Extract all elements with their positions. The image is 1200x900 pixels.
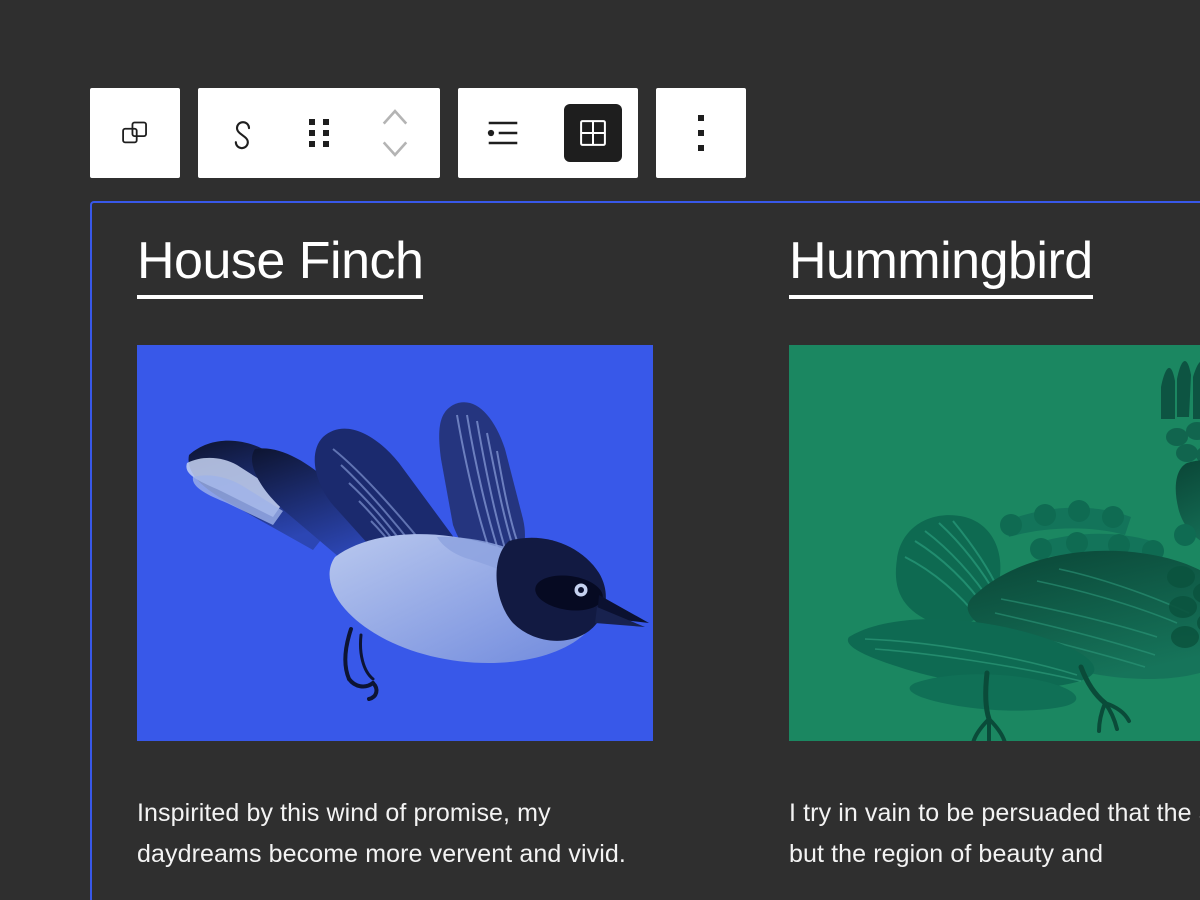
toolbar-group-layout (458, 88, 638, 178)
chevron-up-down-icon (374, 103, 416, 163)
grid-view-active-pill (564, 104, 622, 162)
columns-block-selected[interactable]: House Finch Inspirited by this wind of p… (90, 201, 1200, 900)
column-house-finch[interactable]: House Finch Inspirited by this wind of p… (137, 233, 653, 875)
column-paragraph[interactable]: Inspirited by this wind of promise, my d… (137, 793, 653, 875)
list-rows-icon (483, 113, 523, 153)
move-up-down-button[interactable] (350, 88, 440, 178)
vertical-ellipsis-icon (698, 115, 704, 151)
hummingbird-illustration[interactable] (789, 345, 1200, 742)
block-type-columns-button[interactable] (90, 88, 180, 178)
bird-figure-blue (186, 402, 649, 702)
options-menu-button[interactable] (656, 88, 746, 178)
column-hummingbird[interactable]: Hummingbird I try in vain to be persuade… (789, 233, 1200, 875)
block-toolbar (90, 88, 746, 178)
bird-figure-green (847, 361, 1200, 742)
parent-block-button[interactable] (198, 88, 288, 178)
columns-container: House Finch Inspirited by this wind of p… (137, 233, 1200, 875)
infinity-link-icon (223, 113, 263, 153)
column-title[interactable]: Hummingbird (789, 233, 1093, 300)
toolbar-group-block-movers (198, 88, 440, 178)
grid-view-button[interactable] (548, 88, 638, 178)
toolbar-group-block-type (90, 88, 180, 178)
editor-canvas: House Finch Inspirited by this wind of p… (0, 0, 1200, 900)
column-title[interactable]: House Finch (137, 233, 424, 300)
grid-2x2-icon (576, 116, 610, 150)
drag-dots-icon (309, 119, 329, 147)
house-finch-illustration[interactable] (137, 345, 653, 742)
overlapping-squares-icon (118, 116, 152, 150)
drag-handle-button[interactable] (288, 88, 350, 178)
toolbar-group-more-options (656, 88, 746, 178)
column-paragraph[interactable]: I try in vain to be persuaded that the a… (789, 793, 1200, 875)
stack-view-button[interactable] (458, 88, 548, 178)
